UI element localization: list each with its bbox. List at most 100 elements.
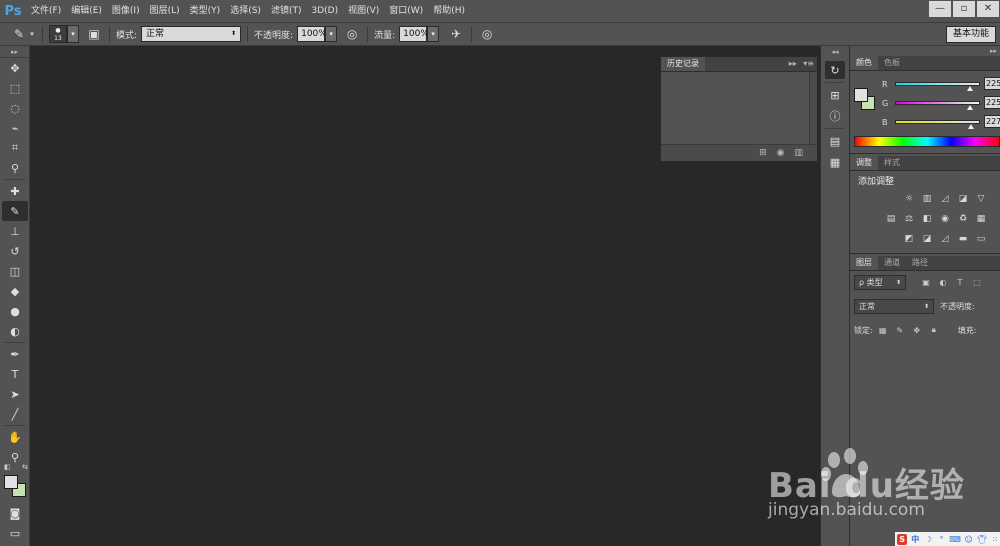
- brush-panel-toggle-icon[interactable]: ▣: [85, 25, 103, 43]
- menu-item-edit[interactable]: 编辑(E): [66, 0, 107, 22]
- menu-item-layer[interactable]: 图层(L): [145, 0, 185, 22]
- tab-channels[interactable]: 通道: [878, 256, 906, 270]
- hue-saturation-icon[interactable]: ▤: [884, 212, 898, 226]
- shape-filter-icon[interactable]: ⬚: [971, 276, 983, 288]
- menu-item-view[interactable]: 视图(V): [343, 0, 384, 22]
- brush-size-dropdown[interactable]: ▾: [67, 25, 79, 43]
- right-panel-grip[interactable]: ▸▸: [850, 46, 1000, 56]
- history-dock-icon[interactable]: ↻: [825, 61, 845, 79]
- default-colors-icon[interactable]: ◧: [4, 463, 11, 471]
- close-button[interactable]: ✕: [977, 1, 999, 17]
- eraser-tool-icon[interactable]: ◫: [2, 261, 28, 281]
- tab-styles[interactable]: 样式: [878, 156, 906, 170]
- green-slider-thumb[interactable]: [966, 105, 973, 110]
- history-scrollbar[interactable]: [809, 72, 817, 144]
- clone-stamp-tool-icon[interactable]: ⊥: [2, 221, 28, 241]
- workspace-button[interactable]: 基本功能: [945, 26, 996, 43]
- pixel-filter-icon[interactable]: ▣: [920, 276, 932, 288]
- photo-filter-icon[interactable]: ◉: [938, 212, 952, 226]
- foreground-color-swatch[interactable]: [4, 475, 18, 489]
- toolbar-grip[interactable]: ▸▸: [0, 46, 29, 58]
- collapse-icon[interactable]: ▸▸: [789, 59, 797, 68]
- lock-all-icon[interactable]: 🔒︎: [928, 324, 940, 336]
- history-brush-tool-icon[interactable]: ↺: [2, 241, 28, 261]
- dodge-tool-icon[interactable]: ◐: [2, 321, 28, 341]
- menu-item-3d[interactable]: 3D(D): [306, 0, 343, 22]
- punctuation-icon[interactable]: °: [936, 534, 946, 545]
- channel-mixer-icon[interactable]: ♻: [956, 212, 970, 226]
- preset-dropdown-icon[interactable]: ▾: [28, 25, 36, 43]
- brush-tool-preset-icon[interactable]: ✎: [10, 25, 28, 43]
- pressure-opacity-icon[interactable]: ◎: [343, 25, 361, 43]
- menu-item-file[interactable]: 文件(F): [26, 0, 66, 22]
- green-value-input[interactable]: 225: [984, 96, 1000, 109]
- invert-icon[interactable]: ◩: [902, 232, 916, 246]
- black-white-icon[interactable]: ◧: [920, 212, 934, 226]
- skin-icon[interactable]: 👕︎: [977, 534, 987, 545]
- ime-language-toggle[interactable]: 中: [910, 534, 920, 545]
- blue-value-input[interactable]: 227: [984, 115, 1000, 128]
- gradient-map-icon[interactable]: ▬: [956, 232, 970, 246]
- hand-tool-icon[interactable]: ✋: [2, 427, 28, 447]
- blur-tool-icon[interactable]: ●: [2, 301, 28, 321]
- moon-icon[interactable]: ☽: [923, 534, 933, 545]
- brush-tool-icon[interactable]: ✎: [2, 201, 28, 221]
- tab-paths[interactable]: 路径: [906, 256, 934, 270]
- airbrush-icon[interactable]: ✈: [447, 25, 465, 43]
- color-spectrum-bar[interactable]: [854, 136, 1000, 147]
- color-balance-icon[interactable]: ⚖: [902, 212, 916, 226]
- flow-input[interactable]: 100%: [399, 26, 429, 42]
- red-value-input[interactable]: 225: [984, 77, 1000, 90]
- minimize-button[interactable]: —: [929, 1, 951, 17]
- menu-item-help[interactable]: 帮助(H): [428, 0, 470, 22]
- layer-blend-select[interactable]: 正常 ⬍: [854, 298, 934, 314]
- crop-tool-icon[interactable]: ⌗: [2, 138, 28, 158]
- keyboard-icon[interactable]: ⌨: [949, 534, 961, 545]
- opacity-input[interactable]: 100%: [297, 26, 327, 42]
- quick-selection-tool-icon[interactable]: ⌁: [2, 118, 28, 138]
- opacity-dropdown[interactable]: ▾: [325, 26, 338, 42]
- lock-position-icon[interactable]: ✥: [911, 324, 923, 336]
- settings-grid-icon[interactable]: ⁙: [990, 534, 1000, 545]
- menu-item-select[interactable]: 选择(S): [225, 0, 266, 22]
- tab-layers[interactable]: 图层: [850, 256, 878, 270]
- lasso-tool-icon[interactable]: ◌: [2, 98, 28, 118]
- adjustment-filter-icon[interactable]: ◐: [937, 276, 949, 288]
- tab-swatches[interactable]: 色板: [878, 56, 906, 70]
- properties-dock-icon[interactable]: ▤: [825, 132, 845, 150]
- new-document-from-state-icon[interactable]: ⊞: [759, 148, 767, 158]
- type-filter-icon[interactable]: T: [954, 276, 966, 288]
- tab-color[interactable]: 颜色: [850, 56, 878, 70]
- threshold-icon[interactable]: ◿: [938, 232, 952, 246]
- tab-history[interactable]: 历史记录: [661, 57, 705, 71]
- path-selection-tool-icon[interactable]: ➤: [2, 384, 28, 404]
- dock-grip[interactable]: ◂◂: [821, 46, 849, 58]
- tab-adjustments[interactable]: 调整: [850, 156, 878, 170]
- user-icon[interactable]: ☺: [964, 534, 974, 545]
- info-dock-icon[interactable]: ⓘ: [825, 107, 845, 125]
- layer-filter-select[interactable]: ρ 类型 ⬍: [854, 274, 906, 290]
- menu-item-filter[interactable]: 滤镜(T): [266, 0, 307, 22]
- flow-dropdown[interactable]: ▾: [427, 26, 440, 42]
- swap-colors-icon[interactable]: ⇆: [22, 463, 28, 471]
- type-tool-icon[interactable]: T: [2, 364, 28, 384]
- pressure-size-icon[interactable]: ◎: [478, 25, 496, 43]
- move-tool-icon[interactable]: ✥: [2, 58, 28, 78]
- menu-item-type[interactable]: 类型(Y): [185, 0, 226, 22]
- mode-select[interactable]: 正常 ⬍: [141, 26, 242, 42]
- notes-dock-icon[interactable]: ▦: [825, 153, 845, 171]
- posterize-icon[interactable]: ◪: [920, 232, 934, 246]
- line-tool-icon[interactable]: ╱: [2, 404, 28, 424]
- lock-image-icon[interactable]: ✎: [894, 324, 906, 336]
- marquee-tool-icon[interactable]: ⬚: [2, 78, 28, 98]
- paint-bucket-tool-icon[interactable]: ◆: [2, 281, 28, 301]
- pen-tool-icon[interactable]: ✒: [2, 344, 28, 364]
- red-slider-thumb[interactable]: [966, 86, 973, 91]
- curves-icon[interactable]: ◿: [938, 192, 952, 206]
- eyedropper-tool-icon[interactable]: ⚲: [2, 158, 28, 178]
- history-list[interactable]: [661, 72, 809, 144]
- vibrance-icon[interactable]: ▽: [974, 192, 988, 206]
- screen-mode-icon[interactable]: ▭: [2, 523, 28, 543]
- healing-brush-tool-icon[interactable]: ✚: [2, 181, 28, 201]
- menu-item-image[interactable]: 图像(I): [107, 0, 145, 22]
